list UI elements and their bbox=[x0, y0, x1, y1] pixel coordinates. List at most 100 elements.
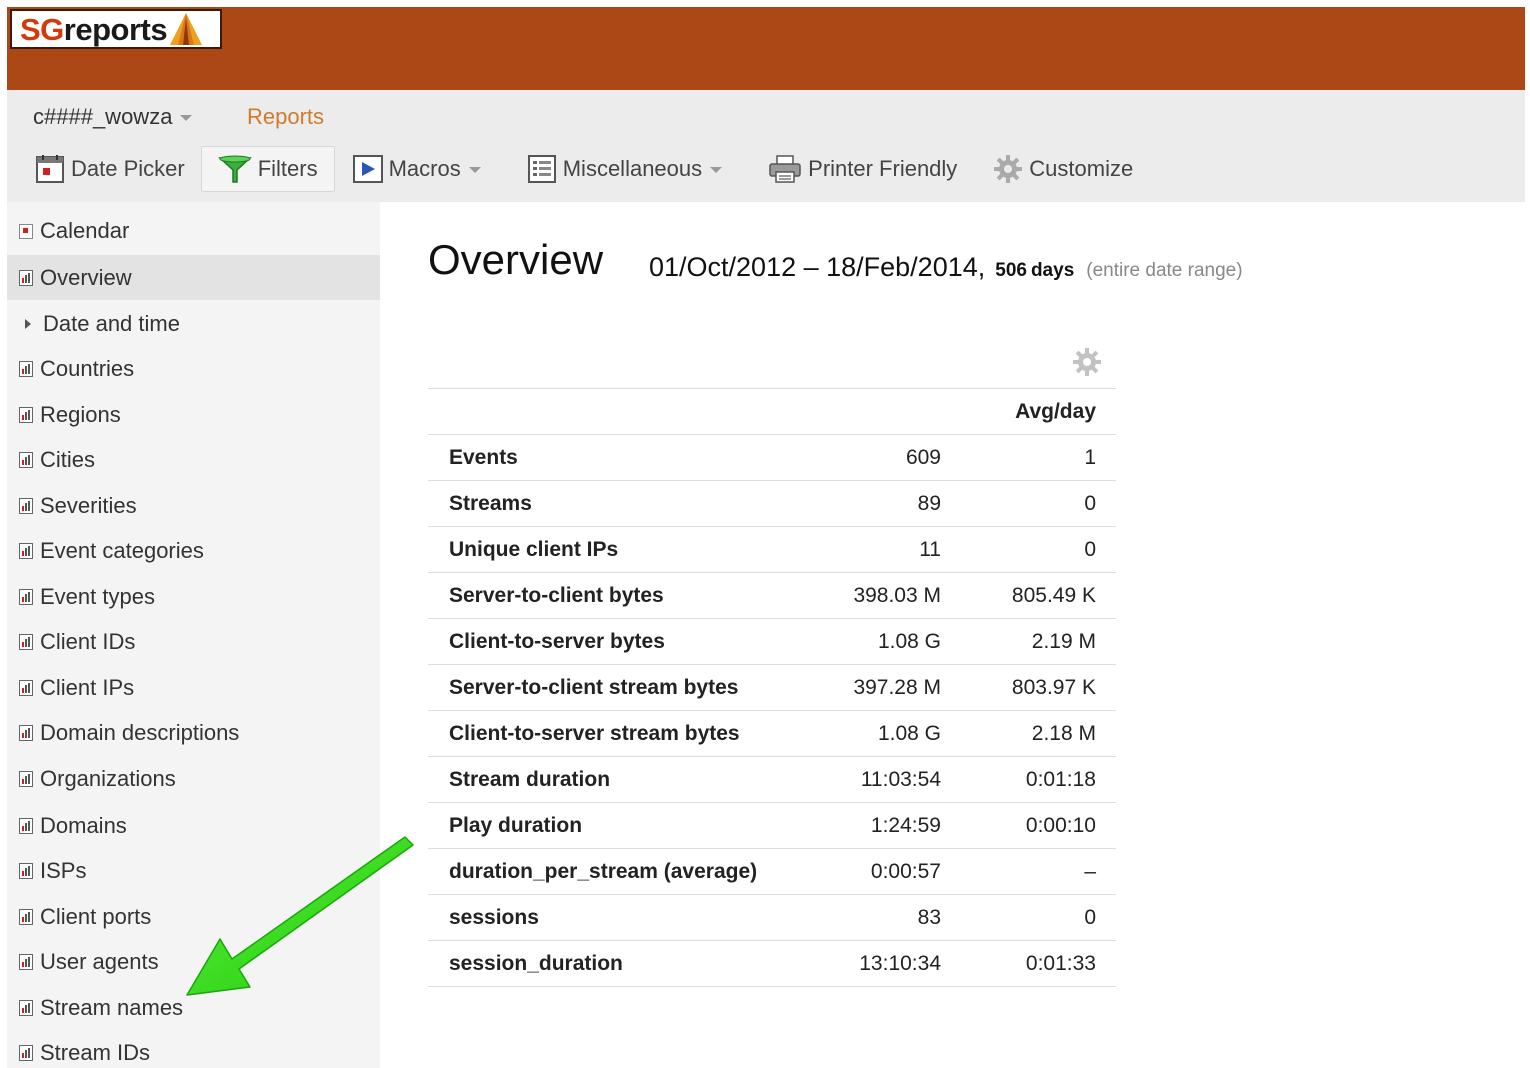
row-label: Events bbox=[428, 434, 798, 481]
days-count: 506 bbox=[995, 260, 1027, 281]
report-icon bbox=[19, 817, 33, 834]
sidebar-item-overview[interactable]: Overview bbox=[7, 255, 380, 300]
sidebar-item-label: Event types bbox=[40, 583, 155, 609]
row-total: 397.28 M bbox=[798, 664, 961, 711]
report-icon bbox=[19, 360, 33, 377]
sidebar-item-domain-descriptions[interactable]: Domain descriptions bbox=[7, 710, 380, 755]
sidebar-item-event-types[interactable]: Event types bbox=[7, 574, 380, 619]
sidebar-item-domains[interactable]: Domains bbox=[7, 803, 380, 848]
report-icon bbox=[19, 679, 33, 696]
printer-friendly-label: Printer Friendly bbox=[808, 156, 958, 181]
logo[interactable]: SGreports bbox=[10, 9, 222, 49]
sidebar-item-label: Overview bbox=[40, 264, 132, 290]
row-avg-per-day: 805.49 K bbox=[961, 572, 1116, 619]
row-total: 1.08 G bbox=[798, 710, 961, 757]
row-label: Client-to-server stream bytes bbox=[428, 710, 798, 757]
report-icon bbox=[19, 999, 33, 1016]
row-label: Stream duration bbox=[428, 756, 798, 803]
row-label: sessions bbox=[428, 894, 798, 941]
row-total: 609 bbox=[798, 434, 961, 481]
sidebar-item-label: Date and time bbox=[43, 310, 180, 336]
customize-label: Customize bbox=[1029, 156, 1134, 181]
table-row: Streams 89 0 bbox=[428, 480, 1116, 527]
sidebar-item-severities[interactable]: Severities bbox=[7, 483, 380, 528]
row-label: Client-to-server bytes bbox=[428, 618, 798, 665]
sidebar-item-user-agents[interactable]: User agents bbox=[7, 939, 380, 984]
report-icon bbox=[19, 451, 33, 468]
date-picker-button[interactable]: Date Picker bbox=[27, 146, 193, 192]
table-row: Client-to-server bytes 1.08 G 2.19 M bbox=[428, 618, 1116, 665]
sidebar-item-date-and-time[interactable]: Date and time bbox=[7, 301, 380, 346]
table-row: session_duration 13:10:34 0:01:33 bbox=[428, 940, 1116, 987]
report-icon bbox=[19, 588, 33, 605]
gear-icon bbox=[994, 155, 1023, 183]
app-window: SGreports c####_wowza Reports Date Picke… bbox=[7, 7, 1525, 1068]
sidebar-item-cities[interactable]: Cities bbox=[7, 437, 380, 482]
sidebar-item-client-ids[interactable]: Client IDs bbox=[7, 619, 380, 664]
row-label: Unique client IPs bbox=[428, 526, 798, 573]
column-header bbox=[798, 388, 961, 435]
sidebar-item-label: Stream names bbox=[40, 994, 184, 1020]
funnel-icon bbox=[217, 155, 252, 183]
range-note: (entire date range) bbox=[1086, 260, 1243, 281]
row-total: 11 bbox=[798, 526, 961, 573]
report-icon bbox=[19, 862, 33, 879]
sidebar-item-countries[interactable]: Countries bbox=[7, 346, 380, 391]
chevron-down-icon bbox=[710, 167, 723, 173]
date-range: 01/Oct/2012 – 18/Feb/2014, 506 days (ent… bbox=[649, 252, 1243, 283]
brand-bar: SGreports bbox=[7, 7, 1525, 90]
filters-button[interactable]: Filters bbox=[200, 146, 335, 192]
column-header-avg-per-day: Avg/day bbox=[961, 388, 1116, 435]
sidebar-item-label: Client IDs bbox=[40, 628, 136, 654]
row-total: 83 bbox=[798, 894, 961, 941]
table-row: duration_per_stream (average) 0:00:57 – bbox=[428, 848, 1116, 895]
row-total: 0:00:57 bbox=[798, 848, 961, 895]
row-label: Streams bbox=[428, 480, 798, 527]
reports-link[interactable]: Reports bbox=[247, 104, 324, 130]
sidebar-item-label: Client IPs bbox=[40, 674, 135, 700]
sidebar-item-label: ISPs bbox=[40, 857, 87, 883]
table-row: Client-to-server stream bytes 1.08 G 2.1… bbox=[428, 710, 1116, 757]
logo-text: SGreports bbox=[20, 11, 168, 47]
row-label: Play duration bbox=[428, 802, 798, 849]
sidebar-item-label: Regions bbox=[40, 401, 121, 427]
row-avg-per-day: 0:01:33 bbox=[961, 940, 1116, 987]
macros-button[interactable]: Macros bbox=[345, 146, 489, 192]
sidebar-item-stream-ids[interactable]: Stream IDs bbox=[7, 1030, 380, 1068]
row-total: 398.03 M bbox=[798, 572, 961, 619]
chevron-down-icon bbox=[468, 167, 481, 173]
overview-table: Avg/day Events 609 1 Streams 89 0 Unique… bbox=[428, 388, 1116, 987]
chevron-down-icon bbox=[180, 115, 193, 121]
row-avg-per-day: 0 bbox=[961, 526, 1116, 573]
sidebar-item-label: User agents bbox=[40, 948, 159, 974]
play-icon bbox=[352, 155, 383, 183]
table-settings-gear-icon[interactable] bbox=[1072, 347, 1102, 377]
miscellaneous-button[interactable]: Miscellaneous bbox=[519, 146, 730, 192]
sidebar-item-label: Severities bbox=[40, 492, 137, 518]
column-header bbox=[428, 388, 798, 435]
main-content: Overview 01/Oct/2012 – 18/Feb/2014, 506 … bbox=[380, 202, 1525, 1068]
customize-button[interactable]: Customize bbox=[985, 146, 1141, 192]
table-row: Server-to-client bytes 398.03 M 805.49 K bbox=[428, 572, 1116, 619]
sidebar-item-isps[interactable]: ISPs bbox=[7, 848, 380, 893]
sidebar-item-calendar[interactable]: Calendar bbox=[7, 208, 380, 253]
report-icon bbox=[19, 633, 33, 650]
sidebar-item-event-categories[interactable]: Event categories bbox=[7, 528, 380, 573]
table-row: Events 609 1 bbox=[428, 434, 1116, 481]
calendar-icon bbox=[19, 223, 33, 239]
row-total: 11:03:54 bbox=[798, 756, 961, 803]
row-total: 13:10:34 bbox=[798, 940, 961, 987]
row-label: Server-to-client stream bytes bbox=[428, 664, 798, 711]
sidebar-item-client-ips[interactable]: Client IPs bbox=[7, 665, 380, 710]
sidebar-item-stream-names[interactable]: Stream names bbox=[7, 985, 380, 1030]
report-icon bbox=[19, 497, 33, 514]
sidebar-item-organizations[interactable]: Organizations bbox=[7, 756, 380, 801]
sidebar-item-regions[interactable]: Regions bbox=[7, 392, 380, 437]
profile-dropdown[interactable]: c####_wowza bbox=[33, 104, 193, 130]
row-label: session_duration bbox=[428, 940, 798, 987]
list-icon bbox=[527, 155, 556, 183]
row-avg-per-day: 0 bbox=[961, 480, 1116, 527]
sidebar-item-client-ports[interactable]: Client ports bbox=[7, 894, 380, 939]
printer-friendly-button[interactable]: Printer Friendly bbox=[760, 146, 965, 192]
filters-label: Filters bbox=[257, 156, 318, 181]
